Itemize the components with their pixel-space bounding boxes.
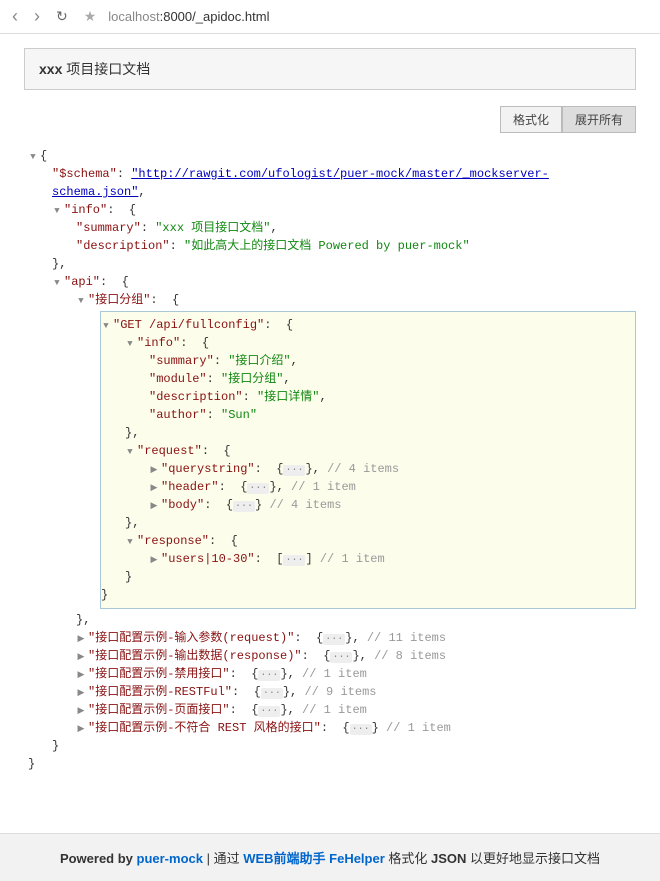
json-key: "summary" (149, 354, 214, 368)
toggle-icon[interactable]: ▶ (149, 554, 159, 568)
json-key: "api" (64, 275, 100, 289)
url-path: :8000/_apidoc.html (160, 9, 270, 24)
json-key: "description" (149, 390, 243, 404)
ellipsis-icon[interactable]: ··· (258, 706, 280, 717)
toggle-icon[interactable]: ▶ (76, 651, 86, 665)
footer-text: 以更好地显示接口文档 (466, 851, 600, 866)
fehelper-link[interactable]: WEB前端助手 FeHelper (243, 851, 385, 866)
ellipsis-icon[interactable]: ··· (247, 483, 269, 494)
footer: Powered by puer-mock | 通过 WEB前端助手 FeHelp… (0, 833, 660, 881)
json-comment: // 4 items (327, 462, 399, 476)
json-comment: // 1 item (320, 552, 385, 566)
page-title: xxx 项目接口文档 (24, 48, 636, 90)
ellipsis-icon[interactable]: ··· (283, 555, 305, 566)
toggle-icon[interactable]: ▼ (125, 536, 135, 550)
json-key: "接口配置示例-RESTFul" (88, 685, 232, 699)
json-key: "接口配置示例-页面接口" (88, 703, 230, 717)
json-key: "body" (161, 498, 204, 512)
browser-bar: ‹ › ↻ ★ localhost:8000/_apidoc.html (0, 0, 660, 34)
ellipsis-icon[interactable]: ··· (323, 634, 345, 645)
toggle-icon[interactable]: ▶ (76, 723, 86, 737)
json-comment: // 4 items (269, 498, 341, 512)
toggle-icon[interactable]: ▼ (101, 320, 111, 334)
json-key: "header" (161, 480, 219, 494)
toggle-icon[interactable]: ▶ (149, 482, 159, 496)
title-bold: xxx (39, 61, 62, 77)
json-key: "info" (137, 336, 180, 350)
toggle-icon[interactable]: ▶ (149, 500, 159, 514)
json-value: "接口分组" (221, 372, 283, 386)
json-key: "description" (76, 239, 170, 253)
puer-mock-link[interactable]: puer-mock (137, 851, 203, 866)
json-comment: // 8 items (374, 649, 446, 663)
footer-text: 格式化 (385, 851, 431, 866)
toggle-icon[interactable]: ▶ (76, 633, 86, 647)
json-key: "querystring" (161, 462, 255, 476)
ellipsis-icon[interactable]: ··· (283, 465, 305, 476)
footer-text: JSON (431, 851, 466, 866)
forward-icon[interactable]: › (30, 6, 44, 27)
json-key: "接口配置示例-输入参数(request)" (88, 631, 294, 645)
json-value: "接口介绍" (228, 354, 290, 368)
json-value: "Sun" (221, 408, 257, 422)
json-key: "author" (149, 408, 207, 422)
back-icon[interactable]: ‹ (8, 6, 22, 27)
json-key: "users|10-30" (161, 552, 255, 566)
toggle-icon[interactable]: ▶ (76, 669, 86, 683)
toggle-icon[interactable]: ▼ (52, 277, 62, 291)
toggle-icon[interactable]: ▼ (52, 205, 62, 219)
toggle-icon[interactable]: ▶ (76, 687, 86, 701)
footer-text: Powered by (60, 851, 137, 866)
ellipsis-icon[interactable]: ··· (350, 724, 372, 735)
json-key: "接口分组" (88, 293, 150, 307)
json-comment: // 1 item (291, 480, 356, 494)
title-rest: 项目接口文档 (62, 61, 150, 77)
json-key: "info" (64, 203, 107, 217)
json-key: "GET /api/fullconfig" (113, 318, 264, 332)
ellipsis-icon[interactable]: ··· (261, 688, 283, 699)
toggle-icon[interactable]: ▼ (28, 151, 38, 165)
ellipsis-icon[interactable]: ··· (233, 501, 255, 512)
bookmark-icon[interactable]: ★ (80, 8, 101, 25)
json-comment: // 1 item (386, 721, 451, 735)
url-bar[interactable]: localhost:8000/_apidoc.html (108, 9, 269, 24)
page-content: xxx 项目接口文档 格式化 展开所有 ▼{ "$schema": "http:… (0, 34, 660, 793)
json-key: "module" (149, 372, 207, 386)
button-row: 格式化 展开所有 (24, 106, 636, 133)
json-key: "request" (137, 444, 202, 458)
url-host: localhost (108, 9, 159, 24)
json-value: "如此高大上的接口文档 Powered by puer-mock" (184, 239, 470, 253)
toggle-icon[interactable]: ▼ (76, 295, 86, 309)
toggle-icon[interactable]: ▼ (125, 338, 135, 352)
ellipsis-icon[interactable]: ··· (258, 670, 280, 681)
format-button[interactable]: 格式化 (500, 106, 562, 133)
toggle-icon[interactable]: ▶ (149, 464, 159, 478)
json-value: "xxx 项目接口文档" (155, 221, 270, 235)
json-viewer: ▼{ "$schema": "http://rawgit.com/ufologi… (24, 147, 636, 773)
json-key: "$schema" (52, 167, 117, 181)
reload-icon[interactable]: ↻ (52, 8, 72, 25)
footer-text: | 通过 (203, 851, 243, 866)
highlighted-endpoint: ▼"GET /api/fullconfig": { ▼"info": { "su… (100, 311, 636, 609)
json-key: "response" (137, 534, 209, 548)
json-key: "summary" (76, 221, 141, 235)
json-comment: // 11 items (367, 631, 446, 645)
json-value: "接口详情" (257, 390, 319, 404)
toggle-icon[interactable]: ▼ (125, 446, 135, 460)
toggle-icon[interactable]: ▶ (76, 705, 86, 719)
json-comment: // 1 item (302, 703, 367, 717)
json-comment: // 1 item (302, 667, 367, 681)
ellipsis-icon[interactable]: ··· (330, 652, 352, 663)
json-key: "接口配置示例-禁用接口" (88, 667, 230, 681)
expand-all-button[interactable]: 展开所有 (562, 106, 636, 133)
json-comment: // 9 items (304, 685, 376, 699)
json-key: "接口配置示例-不符合 REST 风格的接口" (88, 721, 321, 735)
json-key: "接口配置示例-输出数据(response)" (88, 649, 302, 663)
